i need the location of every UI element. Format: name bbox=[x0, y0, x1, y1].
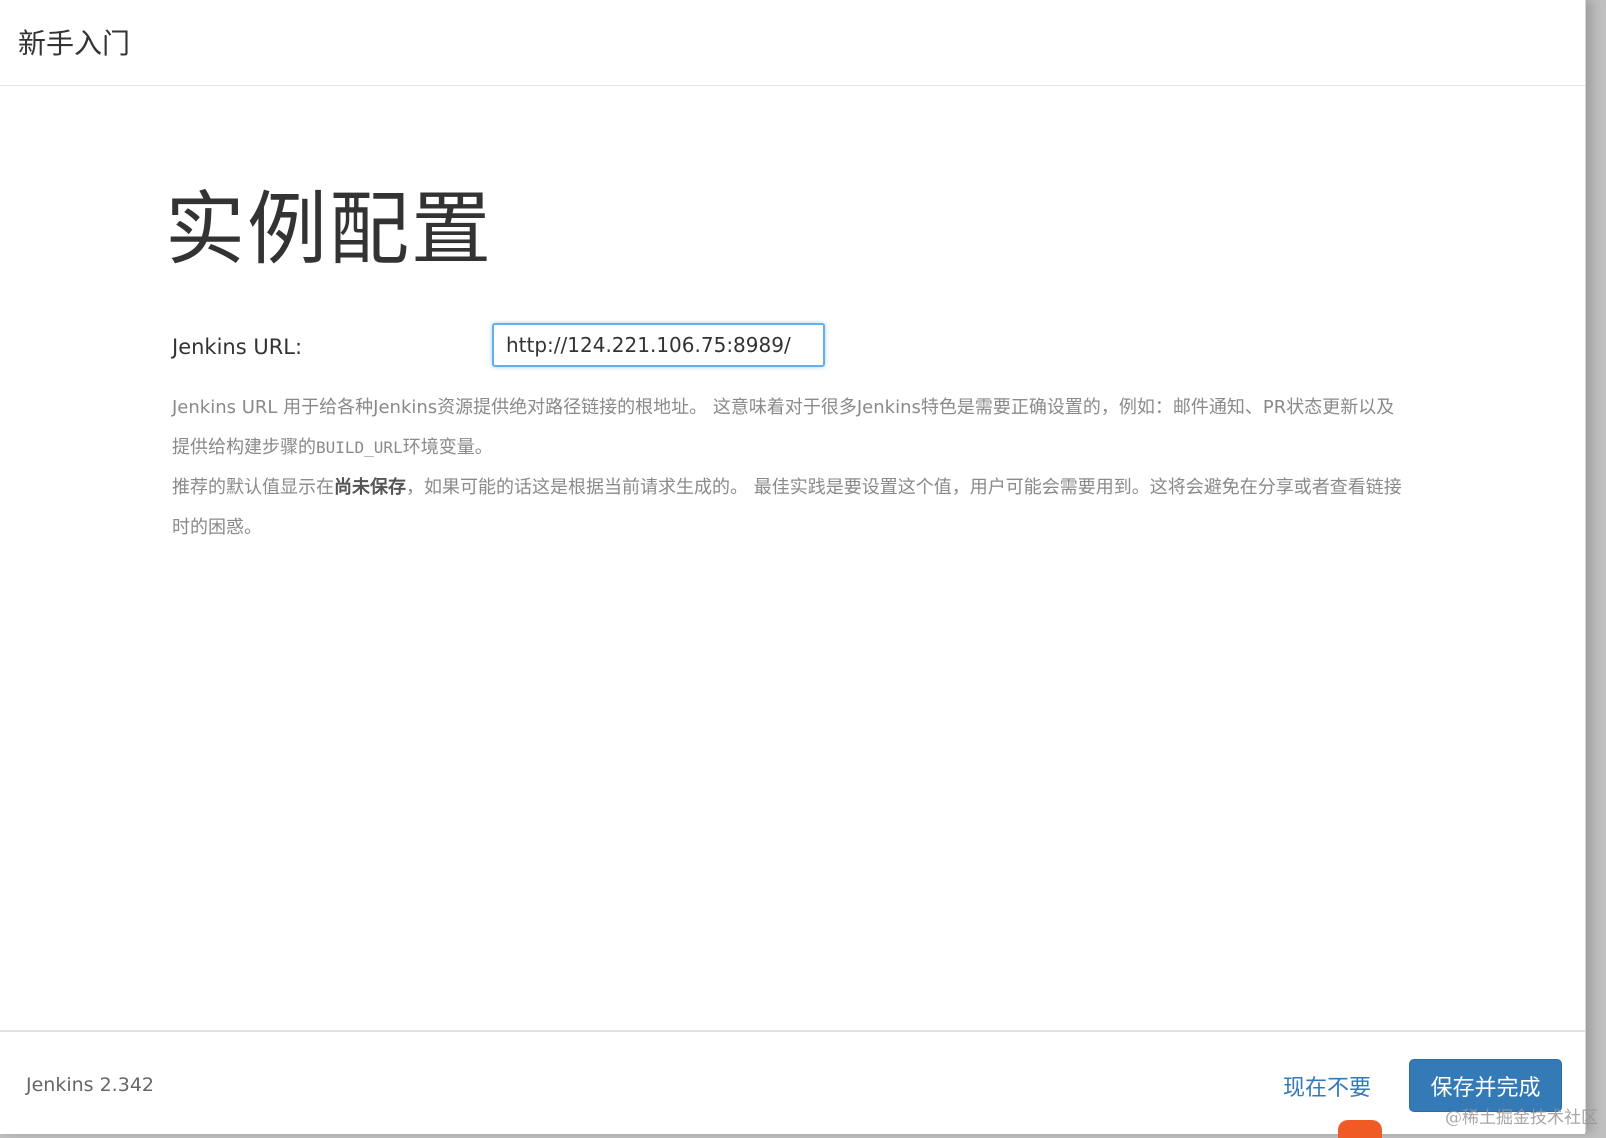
dialog-footer: Jenkins 2.342 现在不要 保存并完成 bbox=[0, 1030, 1585, 1134]
help-paragraph-1: Jenkins URL 用于给各种Jenkins资源提供绝对路径链接的根地址。 … bbox=[172, 388, 1402, 468]
help-1-tail: 环境变量。 bbox=[402, 437, 493, 458]
dialog-title: 新手入门 bbox=[18, 27, 131, 60]
jenkins-version: Jenkins 2.342 bbox=[26, 1074, 154, 1096]
setup-dialog: 新手入门 实例配置 Jenkins URL: Jenkins URL 用于给各种… bbox=[0, 0, 1586, 1134]
skip-button[interactable]: 现在不要 bbox=[1283, 1070, 1371, 1102]
taskbar-logo-icon bbox=[1338, 1120, 1382, 1138]
not-saved-emphasis: 尚未保存 bbox=[334, 477, 406, 498]
jenkins-url-input[interactable] bbox=[492, 323, 825, 367]
help-paragraph-2: 推荐的默认值显示在尚未保存，如果可能的话这是根据当前请求生成的。 最佳实践是要设… bbox=[172, 468, 1402, 548]
page-title: 实例配置 bbox=[165, 183, 493, 276]
help-text: Jenkins URL 用于给各种Jenkins资源提供绝对路径链接的根地址。 … bbox=[172, 388, 1402, 548]
dialog-header: 新手入门 bbox=[0, 0, 1585, 86]
jenkins-url-label: Jenkins URL: bbox=[172, 335, 303, 359]
help-2-text: 推荐的默认值显示在 bbox=[172, 477, 334, 498]
build-url-code: BUILD_URL bbox=[316, 438, 403, 457]
watermark: @稀土掘金技术社区 bbox=[1445, 1108, 1598, 1128]
